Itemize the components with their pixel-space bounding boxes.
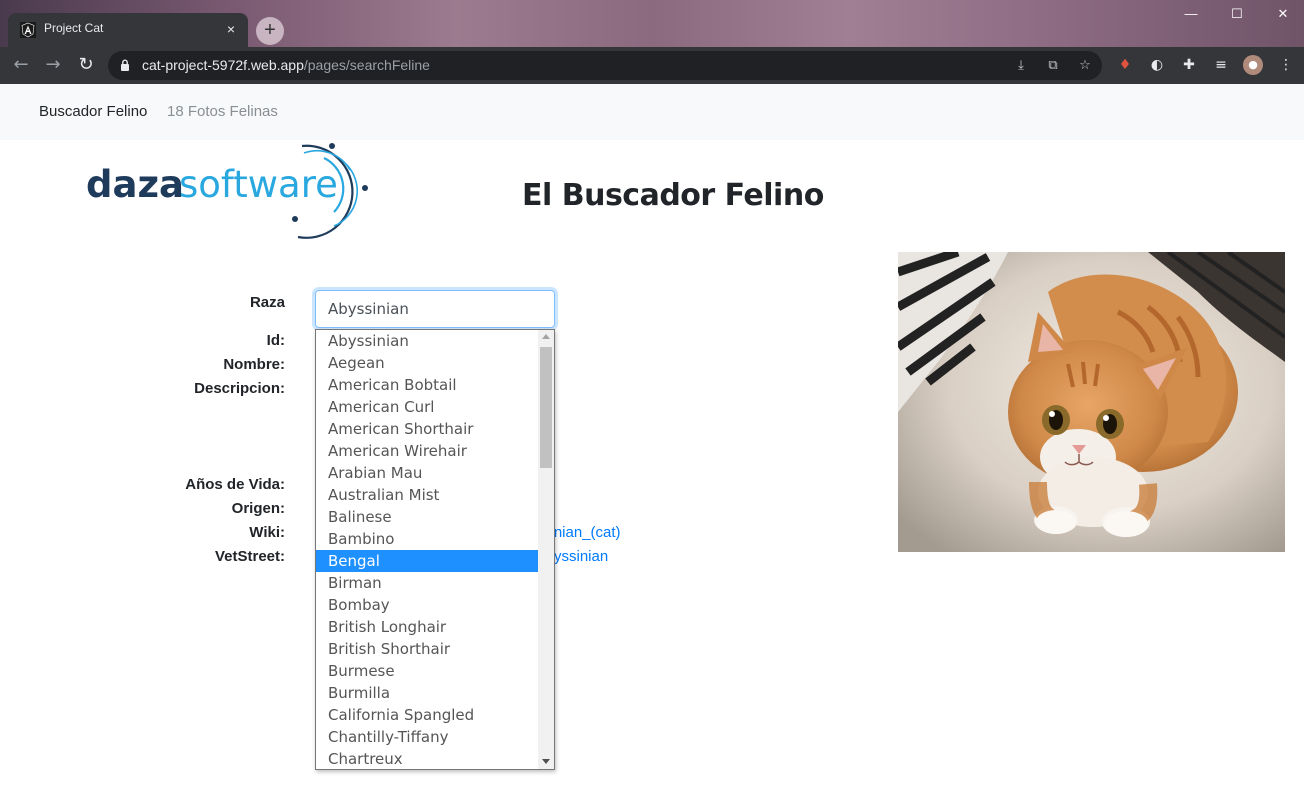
media-icon[interactable]: ≡ (1211, 55, 1231, 75)
back-icon[interactable]: ← (10, 55, 32, 77)
page-title: El Buscador Felino (522, 178, 824, 213)
breed-select-value: Abyssinian (328, 300, 409, 318)
dropdown-option[interactable]: American Curl (316, 396, 538, 418)
menu-kebab-icon[interactable]: ⋮ (1276, 55, 1296, 75)
angular-icon (20, 22, 36, 38)
dropdown-option[interactable]: Bengal (316, 550, 538, 572)
dropdown-option[interactable]: Birman (316, 572, 538, 594)
logo-text-software: software (179, 163, 338, 206)
tab-close-icon[interactable]: × (222, 20, 240, 38)
dropdown-option[interactable]: Australian Mist (316, 484, 538, 506)
label-origen: Origen: (231, 500, 285, 517)
navbar-link-fotos[interactable]: 18 Fotos Felinas (167, 103, 278, 120)
dropdown-option[interactable]: British Longhair (316, 616, 538, 638)
dropdown-option[interactable]: Abyssinian (316, 330, 538, 352)
puzzle-icon[interactable]: ✚ (1179, 55, 1199, 75)
logo-text-daza: daza (86, 163, 184, 206)
lock-icon (121, 59, 129, 71)
label-anos-de-vida: Años de Vida: (185, 476, 285, 493)
browser-toolbar: ← → ↻ cat-project-5972f.web.app/pages/se… (0, 47, 1304, 84)
dropdown-option[interactable]: American Bobtail (316, 374, 538, 396)
forward-icon[interactable]: → (42, 55, 64, 77)
bookmark-star-icon[interactable]: ☆ (1076, 57, 1094, 75)
navbar-brand[interactable]: Buscador Felino (39, 103, 147, 120)
label-nombre: Nombre: (223, 356, 285, 373)
dropdown-option[interactable]: Balinese (316, 506, 538, 528)
dropdown-option[interactable]: Chartreux (316, 748, 538, 769)
dropdown-option[interactable]: American Wirehair (316, 440, 538, 462)
maximize-button[interactable]: ☐ (1214, 6, 1260, 26)
scroll-down-arrow-icon[interactable] (542, 759, 550, 764)
dropdown-option[interactable]: Aegean (316, 352, 538, 374)
dropdown-option[interactable]: Chantilly-Tiffany (316, 726, 538, 748)
label-descripcion: Descripcion: (194, 380, 285, 397)
minimize-button[interactable]: — (1168, 6, 1214, 26)
breed-select[interactable]: Abyssinian (315, 290, 555, 328)
extension-icon[interactable]: ♦ (1115, 55, 1135, 75)
avatar[interactable]: ● (1243, 55, 1263, 75)
label-id: Id: (266, 332, 285, 349)
url-path: /pages/searchFeline (303, 57, 430, 73)
scroll-up-arrow-icon[interactable] (542, 334, 550, 339)
dropdown-option[interactable]: Arabian Mau (316, 462, 538, 484)
dropdown-option[interactable]: Burmilla (316, 682, 538, 704)
label-wiki: Wiki: (249, 524, 285, 541)
browser-tab[interactable]: Project Cat × (8, 13, 248, 47)
url-host: cat-project-5972f.web.app (142, 57, 304, 73)
tab-title: Project Cat (44, 21, 104, 35)
page-navbar: Buscador Felino 18 Fotos Felinas (0, 84, 1304, 140)
daza-software-logo: daza software (84, 140, 394, 244)
dropdown-option[interactable]: British Shorthair (316, 638, 538, 660)
url-text: cat-project-5972f.web.app/pages/searchFe… (142, 57, 430, 73)
address-bar[interactable]: cat-project-5972f.web.app/pages/searchFe… (108, 51, 1102, 80)
cat-photo (898, 252, 1285, 552)
dropdown-scrollbar[interactable] (538, 330, 554, 769)
extension-circle-icon[interactable]: ◐ (1147, 55, 1167, 75)
vetstreet-link[interactable]: yssinian (554, 548, 608, 565)
new-tab-button[interactable]: + (256, 17, 284, 45)
breed-dropdown-list[interactable]: Abyssinian Aegean American Bobtail American… (315, 329, 555, 770)
browser-titlebar: Project Cat × + — ☐ ✕ (0, 0, 1304, 47)
dropdown-option[interactable]: Bambino (316, 528, 538, 550)
label-raza: Raza (249, 294, 285, 311)
scroll-thumb[interactable] (540, 347, 552, 468)
reload-icon[interactable]: ↻ (75, 55, 97, 77)
install-icon[interactable]: ⤓ (1012, 57, 1030, 75)
dropdown-option[interactable]: American Shorthair (316, 418, 538, 440)
label-vetstreet: VetStreet: (214, 548, 285, 565)
dropdown-option[interactable]: Bombay (316, 594, 538, 616)
dropdown-option[interactable]: California Spangled (316, 704, 538, 726)
dropdown-option[interactable]: Burmese (316, 660, 538, 682)
translate-icon[interactable]: ⧉ (1044, 57, 1062, 75)
close-window-button[interactable]: ✕ (1260, 6, 1304, 26)
